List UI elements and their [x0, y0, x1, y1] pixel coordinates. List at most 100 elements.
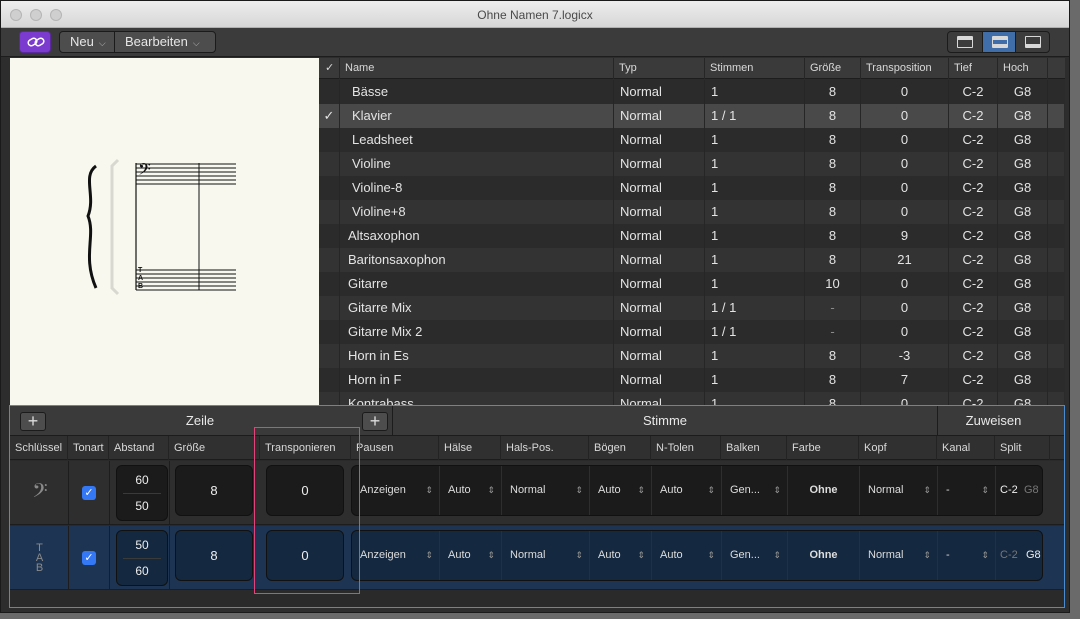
column-groesse[interactable]: Größe: [805, 58, 861, 79]
table-row[interactable]: Bässe Normal 1 8 0 C-2 G8: [319, 80, 1064, 104]
row-hoch: G8: [998, 296, 1048, 320]
row-name: Klavier: [340, 104, 614, 128]
check-column-header[interactable]: ✓: [319, 58, 340, 79]
tonart-checkbox[interactable]: ✓: [82, 551, 96, 565]
row-check: [319, 296, 340, 320]
row-typ: Normal: [614, 200, 705, 224]
farbe-popup[interactable]: Ohne: [788, 466, 860, 515]
staff-row-tab[interactable]: TAB ✓ 50 60 8 0 Anzeigen ⇕ Auto ⇕ Normal ⇕ …: [10, 526, 1064, 590]
ntolen-popup[interactable]: Auto ⇕: [652, 466, 722, 515]
column-tief[interactable]: Tief: [949, 58, 998, 79]
haelse-popup[interactable]: Auto ⇕: [440, 531, 502, 580]
hals-pos-popup[interactable]: Normal ⇕: [502, 531, 590, 580]
pausen-value: Anzeigen: [360, 549, 406, 561]
row-transposition: 0: [861, 128, 949, 152]
split-high-value[interactable]: G8: [1024, 466, 1039, 515]
balken-popup[interactable]: Gen... ⇕: [722, 466, 788, 515]
kanal-popup[interactable]: - ⇕: [938, 466, 996, 515]
row-groesse: 8: [805, 152, 861, 176]
table-row[interactable]: Gitarre Normal 1 10 0 C-2 G8: [319, 272, 1064, 296]
add-stimme-button[interactable]: +: [362, 412, 388, 431]
column-hoch[interactable]: Hoch: [998, 58, 1048, 79]
row-check: ✓: [319, 104, 340, 128]
table-row[interactable]: Gitarre Mix 2 Normal 1 / 1-0 C-2 G8: [319, 320, 1064, 344]
row-hoch: G8: [998, 224, 1048, 248]
column-typ[interactable]: Typ: [614, 58, 705, 79]
ntolen-value: Auto: [660, 484, 683, 496]
table-row[interactable]: Horn in Es Normal 1 8 -3 C-2 G8: [319, 344, 1064, 368]
row-tief: C-2: [949, 344, 998, 368]
row-stimmen: 1: [705, 80, 805, 104]
table-row[interactable]: Leadsheet Normal 1 8 0 C-2 G8: [319, 128, 1064, 152]
abstand-stepper[interactable]: 60 50: [116, 465, 168, 521]
stimme-settings-strip: Anzeigen ⇕ Auto ⇕ Normal ⇕ Auto ⇕ Auto ⇕ Gen.…: [351, 530, 1043, 581]
abstand-stepper[interactable]: 50 60: [116, 530, 168, 586]
boegen-popup[interactable]: Auto ⇕: [590, 466, 652, 515]
column-stimmen[interactable]: Stimmen: [705, 58, 805, 79]
hals-pos-popup[interactable]: Normal ⇕: [502, 466, 590, 515]
column-name[interactable]: Name: [340, 58, 614, 79]
menu-new[interactable]: Neu ⌵: [60, 32, 115, 52]
table-row[interactable]: Baritonsaxophon Normal 1 8 21 C-2 G8: [319, 248, 1064, 272]
staff-row-bass[interactable]: 𝄢 ✓ 60 50 8 0 Anzeigen ⇕ Auto ⇕ Normal ⇕ Au…: [10, 461, 1064, 525]
updown-icon: ⇕: [487, 485, 495, 495]
row-transposition: 0: [861, 104, 949, 128]
kanal-popup[interactable]: - ⇕: [938, 531, 996, 580]
tonart-checkbox[interactable]: ✓: [82, 486, 96, 500]
add-zeile-button[interactable]: +: [20, 412, 46, 431]
row-tief: C-2: [949, 152, 998, 176]
view-bottom-button[interactable]: [1016, 32, 1050, 52]
right-edge-strip: [1065, 58, 1069, 408]
row-check: [319, 272, 340, 296]
view-top-button[interactable]: [948, 32, 982, 52]
table-row[interactable]: Horn in F Normal 1 8 7 C-2 G8: [319, 368, 1064, 392]
farbe-popup[interactable]: Ohne: [788, 531, 860, 580]
view-middle-button[interactable]: [982, 32, 1016, 52]
table-row[interactable]: ✓ Klavier Normal 1 / 1 8 0 C-2 G8: [319, 104, 1064, 128]
row-stimmen: 1: [705, 128, 805, 152]
row-tief: C-2: [949, 224, 998, 248]
layout-top-icon: [957, 36, 973, 48]
table-row[interactable]: Altsaxophon Normal 1 8 9 C-2 G8: [319, 224, 1064, 248]
kopf-popup[interactable]: Normal ⇕: [860, 531, 938, 580]
tab-clef-letter-b: B: [35, 562, 45, 574]
menu-edit[interactable]: Bearbeiten ⌵: [115, 32, 215, 52]
groesse-field[interactable]: 8: [175, 530, 253, 581]
boegen-popup[interactable]: Auto ⇕: [590, 531, 652, 580]
table-row[interactable]: Gitarre Mix Normal 1 / 1-0 C-2 G8: [319, 296, 1064, 320]
row-groesse: 8: [805, 176, 861, 200]
table-row[interactable]: Violine+8 Normal 1 8 0 C-2 G8: [319, 200, 1064, 224]
haelse-popup[interactable]: Auto ⇕: [440, 466, 502, 515]
balken-popup[interactable]: Gen... ⇕: [722, 531, 788, 580]
link-button[interactable]: [19, 31, 51, 53]
toolbar: Neu ⌵ Bearbeiten ⌵: [1, 28, 1069, 57]
table-row[interactable]: Violine Normal 1 8 0 C-2 G8: [319, 152, 1064, 176]
title-bar[interactable]: Ohne Namen 7.logicx: [1, 1, 1069, 28]
ntolen-popup[interactable]: Auto ⇕: [652, 531, 722, 580]
col-boegen: Bögen: [589, 436, 651, 460]
table-row[interactable]: Kontrabass Normal 1 8 0 C-2 G8: [319, 392, 1064, 405]
section-stimme: Stimme: [392, 406, 937, 436]
menu-group: Neu ⌵ Bearbeiten ⌵: [59, 31, 216, 53]
chevron-down-icon: ⌵: [192, 38, 200, 48]
row-stimmen: 1 / 1: [705, 104, 805, 128]
row-transposition: 0: [861, 320, 949, 344]
row-stimmen: 1: [705, 200, 805, 224]
row-name: Gitarre Mix: [340, 296, 614, 320]
tab-clef-icon: TAB: [10, 526, 70, 590]
table-row[interactable]: Violine-8 Normal 1 8 0 C-2 G8: [319, 176, 1064, 200]
row-groesse: -: [805, 296, 861, 320]
row-groesse: 8: [805, 224, 861, 248]
split-high-value[interactable]: G8: [1026, 531, 1041, 580]
updown-icon: ⇕: [707, 485, 715, 495]
pausen-popup[interactable]: Anzeigen ⇕: [352, 466, 440, 515]
split-low-value[interactable]: C-2: [1000, 531, 1018, 580]
row-stimmen: 1: [705, 368, 805, 392]
column-transposition[interactable]: Transposition: [861, 58, 949, 79]
pausen-popup[interactable]: Anzeigen ⇕: [352, 531, 440, 580]
split-low-value[interactable]: C-2: [1000, 466, 1018, 515]
groesse-field[interactable]: 8: [175, 465, 253, 516]
row-hoch: G8: [998, 152, 1048, 176]
row-typ: Normal: [614, 128, 705, 152]
kopf-popup[interactable]: Normal ⇕: [860, 466, 938, 515]
